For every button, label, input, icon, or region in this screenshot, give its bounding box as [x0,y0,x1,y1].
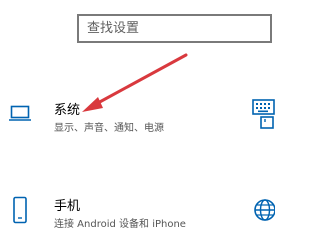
phone-icon [13,196,27,224]
search-input[interactable]: 查找设置 [77,14,272,43]
laptop-icon [9,105,31,121]
keyboard-icon [252,99,275,129]
globe-icon [254,199,275,221]
tile-phone-description: 连接 Android 设备和 iPhone [54,219,186,230]
tile-network[interactable] [250,192,275,232]
tile-system-description: 显示、声音、通知、电源 [54,123,164,134]
tile-devices[interactable] [250,95,275,135]
search-placeholder: 查找设置 [87,21,140,36]
tile-phone-title: 手机 [54,199,81,214]
settings-home: 查找设置 系统 显示、声音、通知、电源 手机 连接 Android 设备和 iP… [0,0,275,241]
tile-system-title: 系统 [54,103,81,118]
tile-phone[interactable]: 手机 连接 Android 设备和 iPhone [0,190,200,241]
tile-system[interactable]: 系统 显示、声音、通知、电源 [0,90,200,140]
